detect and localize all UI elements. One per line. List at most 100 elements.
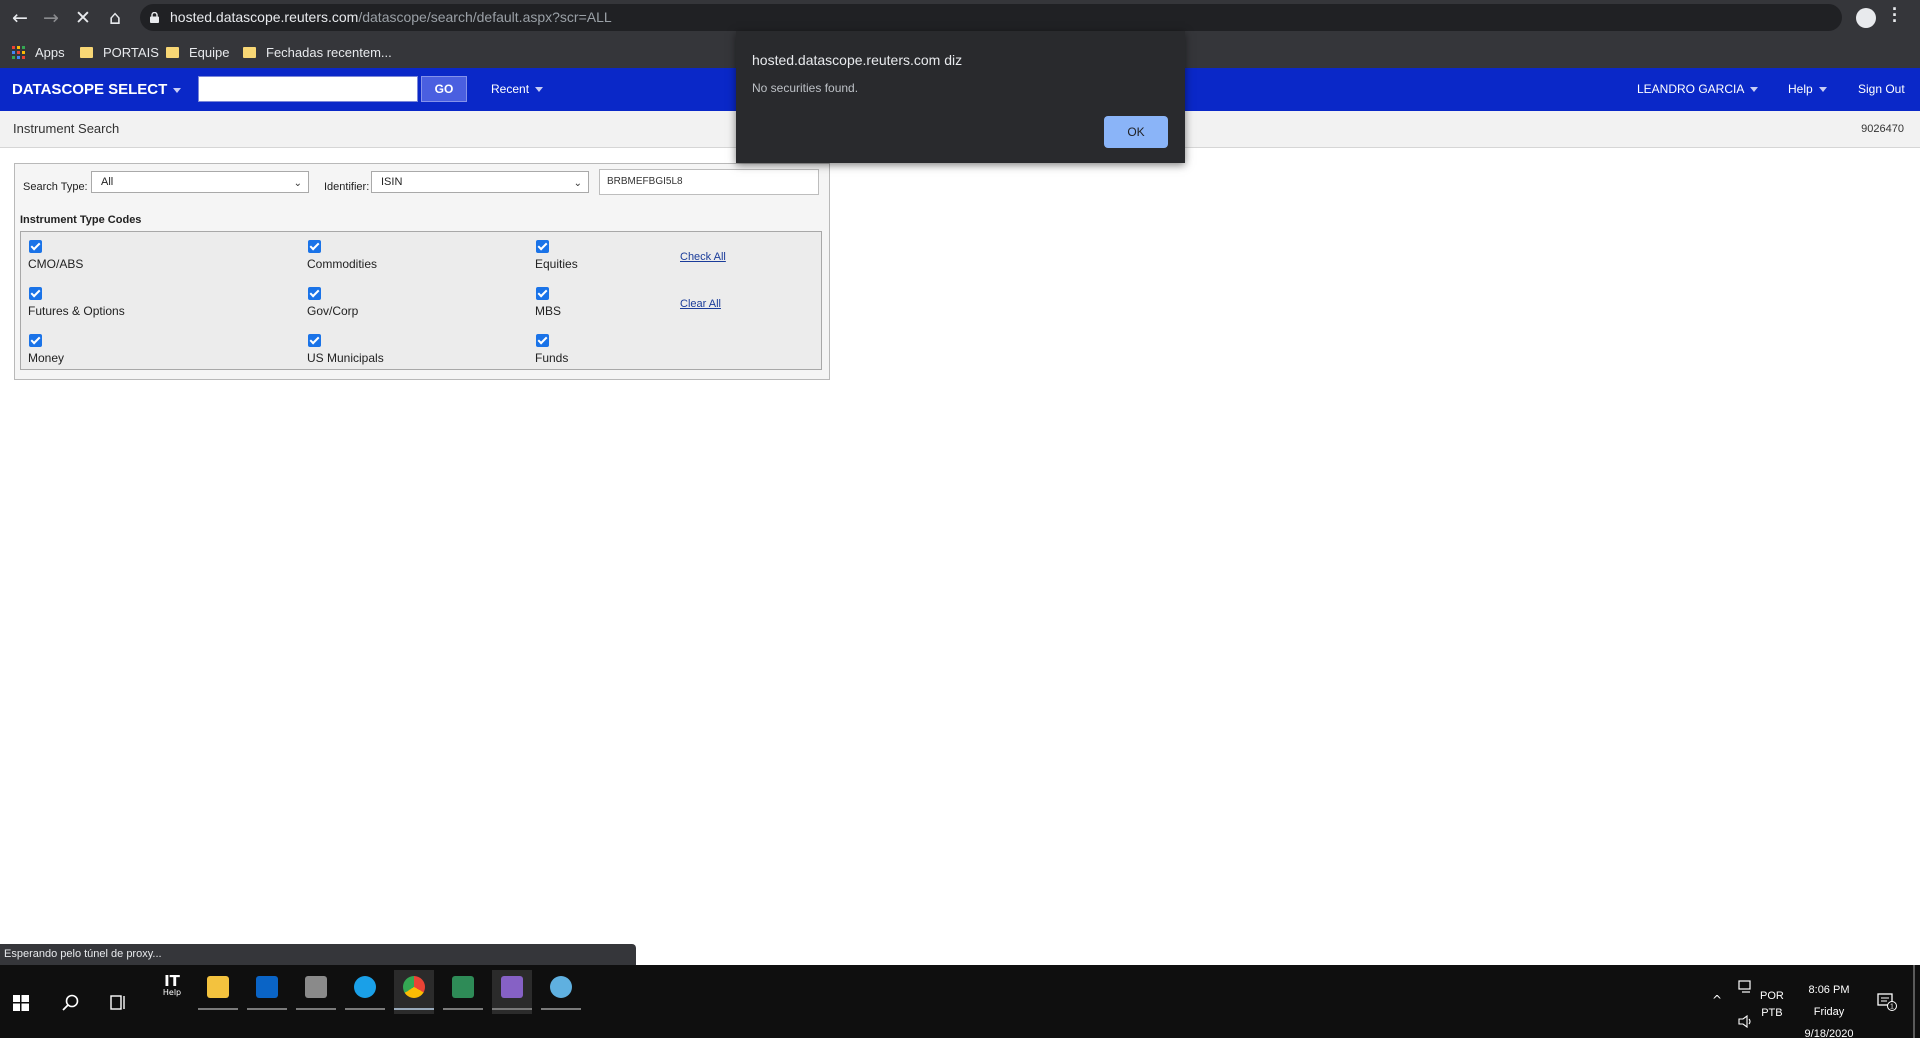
checkbox-commodities[interactable]: [308, 240, 321, 253]
instrument-search-panel: Search Type: All ⌄ Identifier: ISIN ⌄ BR…: [14, 163, 830, 380]
checkbox-equities[interactable]: [536, 240, 549, 253]
volume-icon[interactable]: [1738, 1015, 1754, 1028]
brand-menu[interactable]: DATASCOPE SELECT: [12, 81, 182, 98]
identifier-input[interactable]: BRBMEFBGI5L8: [599, 169, 819, 195]
chevron-down-icon: [535, 87, 544, 93]
sign-out-link[interactable]: Sign Out: [1858, 82, 1905, 96]
checkbox-label: Commodities: [307, 257, 378, 271]
browser-status-bar: Esperando pelo túnel de proxy...: [0, 944, 636, 965]
recent-menu[interactable]: Recent: [491, 82, 544, 96]
check-all-link[interactable]: Check All: [680, 251, 726, 263]
checkbox-us-municipals[interactable]: [308, 334, 321, 347]
notification-count: 1: [1890, 1004, 1894, 1011]
folder-icon: [166, 46, 179, 58]
network-icon[interactable]: [1738, 980, 1754, 993]
checkbox-label: Equities: [535, 257, 578, 271]
clock-day: Friday: [1813, 1006, 1845, 1018]
address-bar[interactable]: hosted.datascope.reuters.com/datascope/s…: [140, 4, 1842, 31]
browser-toolbar: ← → ✕ ⌂ hosted.datascope.reuters.com/dat…: [0, 0, 1920, 35]
bookmark-label: Apps: [35, 44, 65, 60]
checkbox-cmo-abs[interactable]: [29, 240, 42, 253]
checkbox-money[interactable]: [29, 334, 42, 347]
clock-time: 8:06 PM: [1808, 984, 1850, 996]
paint-icon[interactable]: [541, 970, 581, 1014]
search-icon[interactable]: [62, 994, 79, 1011]
notifications-icon[interactable]: 1: [1877, 993, 1897, 1011]
search-type-select[interactable]: All ⌄: [91, 171, 309, 193]
page-title: Instrument Search: [13, 121, 120, 136]
checkbox-mbs[interactable]: [536, 287, 549, 300]
it-help-top-text: IT: [164, 972, 180, 990]
checkbox-funds[interactable]: [536, 334, 549, 347]
recent-label: Recent: [491, 82, 530, 96]
stop-loading-icon[interactable]: ✕: [70, 5, 96, 31]
page-id: 9026470: [1861, 123, 1904, 135]
instrument-type-codes-box: CMO/ABS Commodities Equities Check All F…: [20, 231, 822, 370]
user-label: LEANDRO GARCIA: [1637, 82, 1745, 96]
checkbox-futures-options[interactable]: [29, 287, 42, 300]
instrument-type-codes-title: Instrument Type Codes: [20, 214, 142, 226]
checkbox-label: MBS: [535, 304, 562, 318]
task-view-icon[interactable]: [110, 994, 127, 1011]
chrome-icon[interactable]: [394, 970, 434, 1014]
spreadsheet-app-icon[interactable]: [443, 970, 483, 1014]
language-indicator[interactable]: POR PTB: [1760, 990, 1784, 1019]
checkbox-gov-corp[interactable]: [308, 287, 321, 300]
help-menu[interactable]: Help: [1788, 82, 1827, 96]
bookmark-equipe[interactable]: Equipe: [166, 42, 229, 62]
header-search-input[interactable]: [198, 76, 418, 102]
folder-icon: [80, 46, 93, 58]
identifier-label: Identifier:: [324, 181, 370, 193]
bookmark-recent[interactable]: Fechadas recentem...: [243, 42, 392, 62]
profile-avatar-icon[interactable]: [1856, 8, 1876, 28]
windows-start-icon[interactable]: [13, 995, 29, 1011]
outlook-icon[interactable]: [247, 970, 287, 1014]
skype-icon[interactable]: [345, 970, 385, 1014]
show-desktop-button[interactable]: [1913, 965, 1915, 1038]
chevron-down-icon: ⌄: [573, 178, 582, 189]
it-help-bottom-text: Help: [162, 988, 182, 997]
it-help-icon[interactable]: IT Help: [157, 972, 187, 999]
bookmark-label: Fechadas recentem...: [266, 44, 392, 60]
language-bottom: PTB: [1761, 1007, 1783, 1019]
brand-label: DATASCOPE SELECT: [12, 81, 168, 98]
chevron-down-icon: ⌄: [293, 178, 302, 189]
search-type-label: Search Type:: [23, 181, 88, 193]
checkbox-label: Funds: [535, 351, 569, 365]
go-button[interactable]: GO: [421, 76, 467, 102]
checkbox-label: CMO/ABS: [28, 257, 84, 271]
file-explorer-icon[interactable]: [198, 970, 238, 1014]
identifier-value: ISIN: [381, 176, 403, 188]
checkbox-label: Gov/Corp: [307, 304, 359, 318]
dialog-ok-button[interactable]: OK: [1104, 116, 1168, 148]
user-menu[interactable]: LEANDRO GARCIA: [1637, 82, 1759, 96]
folder-icon: [243, 46, 256, 58]
chevron-up-icon[interactable]: ^: [1712, 993, 1722, 1007]
home-icon[interactable]: ⌂: [102, 5, 128, 31]
checkbox-label: Money: [28, 351, 65, 365]
search-type-value: All: [101, 176, 114, 188]
visual-studio-icon[interactable]: [492, 970, 532, 1014]
tools-icon[interactable]: [296, 970, 336, 1014]
url-text: hosted.datascope.reuters.com/datascope/s…: [170, 9, 612, 25]
forward-arrow-icon[interactable]: →: [38, 5, 64, 31]
dialog-title: hosted.datascope.reuters.com diz: [752, 52, 963, 68]
chevron-down-icon: [1750, 87, 1759, 93]
bookmark-portais[interactable]: PORTAIS: [80, 42, 159, 62]
clear-all-link[interactable]: Clear All: [680, 298, 721, 310]
browser-menu-icon[interactable]: · · ·: [1890, 0, 1900, 30]
bookmark-apps[interactable]: Apps: [12, 42, 65, 62]
checkbox-label: Futures & Options: [28, 304, 125, 318]
alert-dialog: hosted.datascope.reuters.com diz No secu…: [736, 31, 1185, 163]
clock-date: 9/18/2020: [1804, 1028, 1854, 1040]
apps-grid-icon: [12, 45, 25, 59]
identifier-select[interactable]: ISIN ⌄: [371, 171, 589, 193]
language-top: POR: [1760, 990, 1784, 1002]
help-label: Help: [1788, 82, 1813, 96]
windows-taskbar: IT Help ^ POR PTB 8:06 PM Friday 9/18/20…: [0, 965, 1920, 1040]
chevron-down-icon: [1818, 87, 1827, 93]
chevron-down-icon: [173, 87, 182, 93]
back-arrow-icon[interactable]: ←: [7, 5, 33, 31]
clock[interactable]: 8:06 PM Friday 9/18/2020: [1798, 979, 1860, 1045]
checkbox-label: US Municipals: [307, 351, 384, 365]
